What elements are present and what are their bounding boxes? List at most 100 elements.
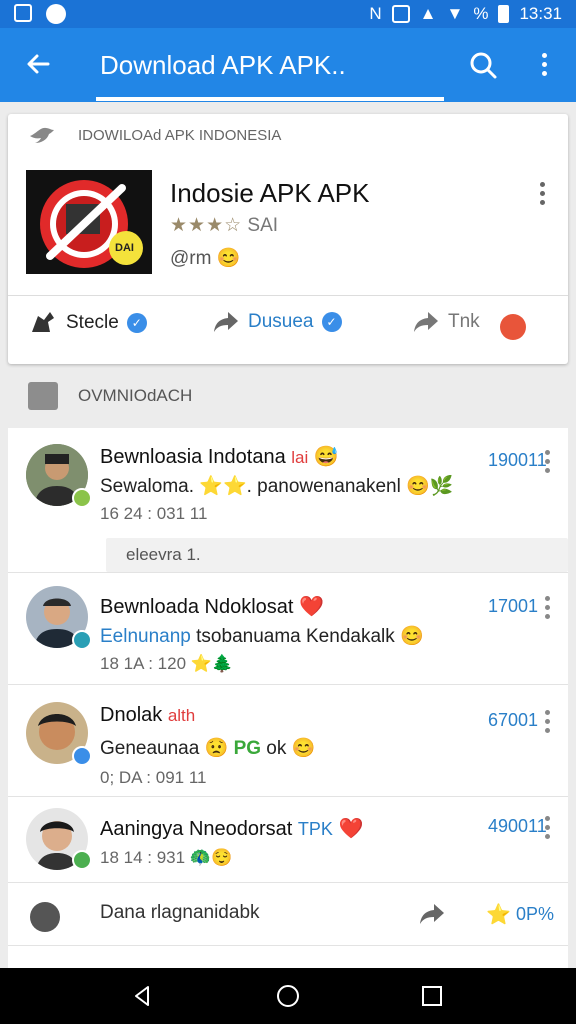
list-item[interactable]: Dnolak alth Geneaunaa 😟 PG ok 😊 0; DA : …: [8, 684, 568, 796]
verified-icon: ✓: [321, 312, 342, 332]
worried-emoji-icon: 😟: [204, 738, 229, 759]
item-more-icon[interactable]: [544, 710, 550, 733]
item-message-tag: PG: [233, 738, 262, 759]
item-message: Sewaloma. ⭐⭐. panowenanakenl 😊🌿: [100, 474, 453, 498]
smile-emoji-icon: 😊: [400, 626, 424, 647]
item-more-icon[interactable]: [544, 816, 550, 839]
home-icon[interactable]: [276, 984, 300, 1008]
item-name: Bewnloada Ndoklosat ❤️: [100, 594, 324, 619]
divider: [8, 882, 568, 883]
tab-indicator: [96, 97, 444, 101]
vibrate-icon: [391, 5, 410, 23]
card-actions: Stecle ✓ Dusuea ✓ Tnk: [8, 310, 568, 350]
item-name-text: Dnolak: [100, 704, 163, 726]
verified-icon: ✓: [126, 313, 147, 333]
back-icon[interactable]: [130, 984, 154, 1008]
item-message-tail: ok: [266, 738, 287, 759]
item-message: Geneaunaa 😟 PG ok 😊: [100, 736, 315, 760]
status-time: 13:31: [519, 4, 562, 23]
item-message: Eelnunanp tsobanuama Kendakalk 😊: [100, 624, 424, 648]
action-dusuea[interactable]: Dusuea ✓: [212, 310, 342, 334]
item-more-icon[interactable]: [544, 450, 550, 473]
item-name-text: Aaningya Nneodorsat: [100, 818, 293, 840]
item-count: 67001: [488, 710, 539, 730]
item-time: 18 1A : 120 ⭐🌲: [100, 654, 233, 674]
more-vert-icon[interactable]: [534, 48, 554, 82]
screenshot-icon: [14, 4, 32, 22]
clock-icon: [46, 4, 66, 24]
share-icon: [214, 312, 238, 332]
rating-label: SAI: [247, 215, 279, 236]
divider: [8, 796, 568, 797]
refresh-icon: [30, 902, 60, 932]
app-name: Indosie APK APK: [170, 178, 370, 208]
item-message-tail: panowenanakenl: [257, 476, 401, 497]
nfc-icon: N: [369, 4, 382, 23]
item-name-text: Bewnloasia Indotana: [100, 446, 286, 468]
star-emoji-icon: ⭐⭐.: [199, 476, 252, 497]
list-footer-item[interactable]: Dana rlagnanidabk ⭐ 0P%: [8, 882, 568, 946]
item-count: 490011: [488, 816, 547, 836]
comment-list: Bewnloasia Indotana lai 😅 Sewaloma. ⭐⭐. …: [8, 428, 568, 968]
item-name-suffix: alth: [167, 706, 196, 725]
card-header-text: IDOWILOAd APK INDONESIA: [78, 126, 282, 144]
verified-icon: [72, 746, 92, 766]
share-icon[interactable]: [418, 902, 446, 926]
list-item[interactable]: Bewnloada Ndoklosat ❤️ Eelnunanp tsobanu…: [8, 572, 568, 684]
relieved-emoji-icon: 🦚😌: [189, 848, 233, 867]
app-card: IDOWILOAd APK INDONESIA DAI Indosie APK …: [8, 114, 568, 364]
item-name: Bewnloasia Indotana lai 😅: [100, 444, 339, 469]
footer-label: Dana rlagnanidabk: [100, 902, 260, 923]
star-emoji-icon: ⭐🌲: [190, 654, 234, 673]
smile-emoji-icon: 😊: [216, 248, 241, 269]
section-title: OVMNIOdACH: [78, 386, 193, 405]
item-name: Dnolak alth: [100, 704, 195, 727]
status-bar: N ▲ ▼ % 13:31: [0, 0, 576, 28]
action-stecle[interactable]: Stecle ✓: [28, 310, 147, 336]
heart-emoji-icon: ❤️: [299, 596, 324, 618]
action-label: Dusuea: [248, 311, 314, 332]
item-message-text: Sewaloma.: [100, 476, 194, 497]
section-header: OVMNIOdACH: [28, 382, 192, 410]
item-name-suffix: TPK: [297, 819, 333, 839]
app-rating: ★★★☆ SAI: [170, 214, 278, 237]
item-name-text: Bewnloada Ndoklosat: [100, 596, 294, 618]
item-count: 17001: [488, 596, 539, 616]
action-tnk[interactable]: Tnk: [412, 310, 480, 334]
online-badge: [72, 850, 92, 870]
item-time-text: 18 1A : 120: [100, 654, 187, 673]
rating-stars: ★★★☆: [170, 215, 243, 236]
item-more-icon[interactable]: [544, 596, 550, 619]
bird-icon: [30, 127, 54, 143]
recents-icon[interactable]: [420, 984, 444, 1008]
divider: [8, 572, 568, 573]
system-nav-bar: [0, 968, 576, 1024]
app-logo[interactable]: [26, 170, 152, 274]
card-more-icon[interactable]: [536, 182, 548, 208]
ninja-icon: [32, 312, 54, 332]
smile-emoji-icon: 😊🌿: [406, 476, 454, 497]
app-bar-title: Download APK APK..: [100, 50, 346, 80]
angry-emoji-icon: [500, 314, 526, 340]
battery-icon: [498, 5, 510, 23]
thread-pill[interactable]: eleevra 1.: [106, 538, 568, 572]
grin-emoji-icon: 😅: [313, 446, 339, 468]
item-message-tail: tsobanuama Kendakalk: [196, 626, 395, 647]
item-name: Aaningya Nneodorsat TPK ❤️: [100, 816, 363, 841]
item-name-suffix: lai: [291, 448, 309, 467]
divider: [8, 945, 568, 946]
edit-badge: [72, 630, 92, 650]
app-bar: Download APK APK..: [0, 28, 576, 102]
wifi-icon: ▼: [446, 4, 464, 23]
item-time-text: 18 14 : 931: [100, 848, 186, 867]
list-item[interactable]: Bewnloasia Indotana lai 😅 Sewaloma. ⭐⭐. …: [8, 428, 568, 528]
item-message-link: Eelnunanp: [100, 626, 191, 647]
arrow-left-icon[interactable]: [22, 48, 54, 80]
search-icon[interactable]: [468, 50, 498, 80]
developer: @rm 😊: [170, 246, 240, 270]
online-badge: [72, 488, 92, 508]
smile-emoji-icon: 😊: [291, 738, 316, 759]
calendar-icon: [28, 382, 58, 410]
action-label: Tnk: [448, 311, 480, 332]
list-item[interactable]: Aaningya Nneodorsat TPK ❤️ 18 14 : 931 🦚…: [8, 796, 568, 882]
